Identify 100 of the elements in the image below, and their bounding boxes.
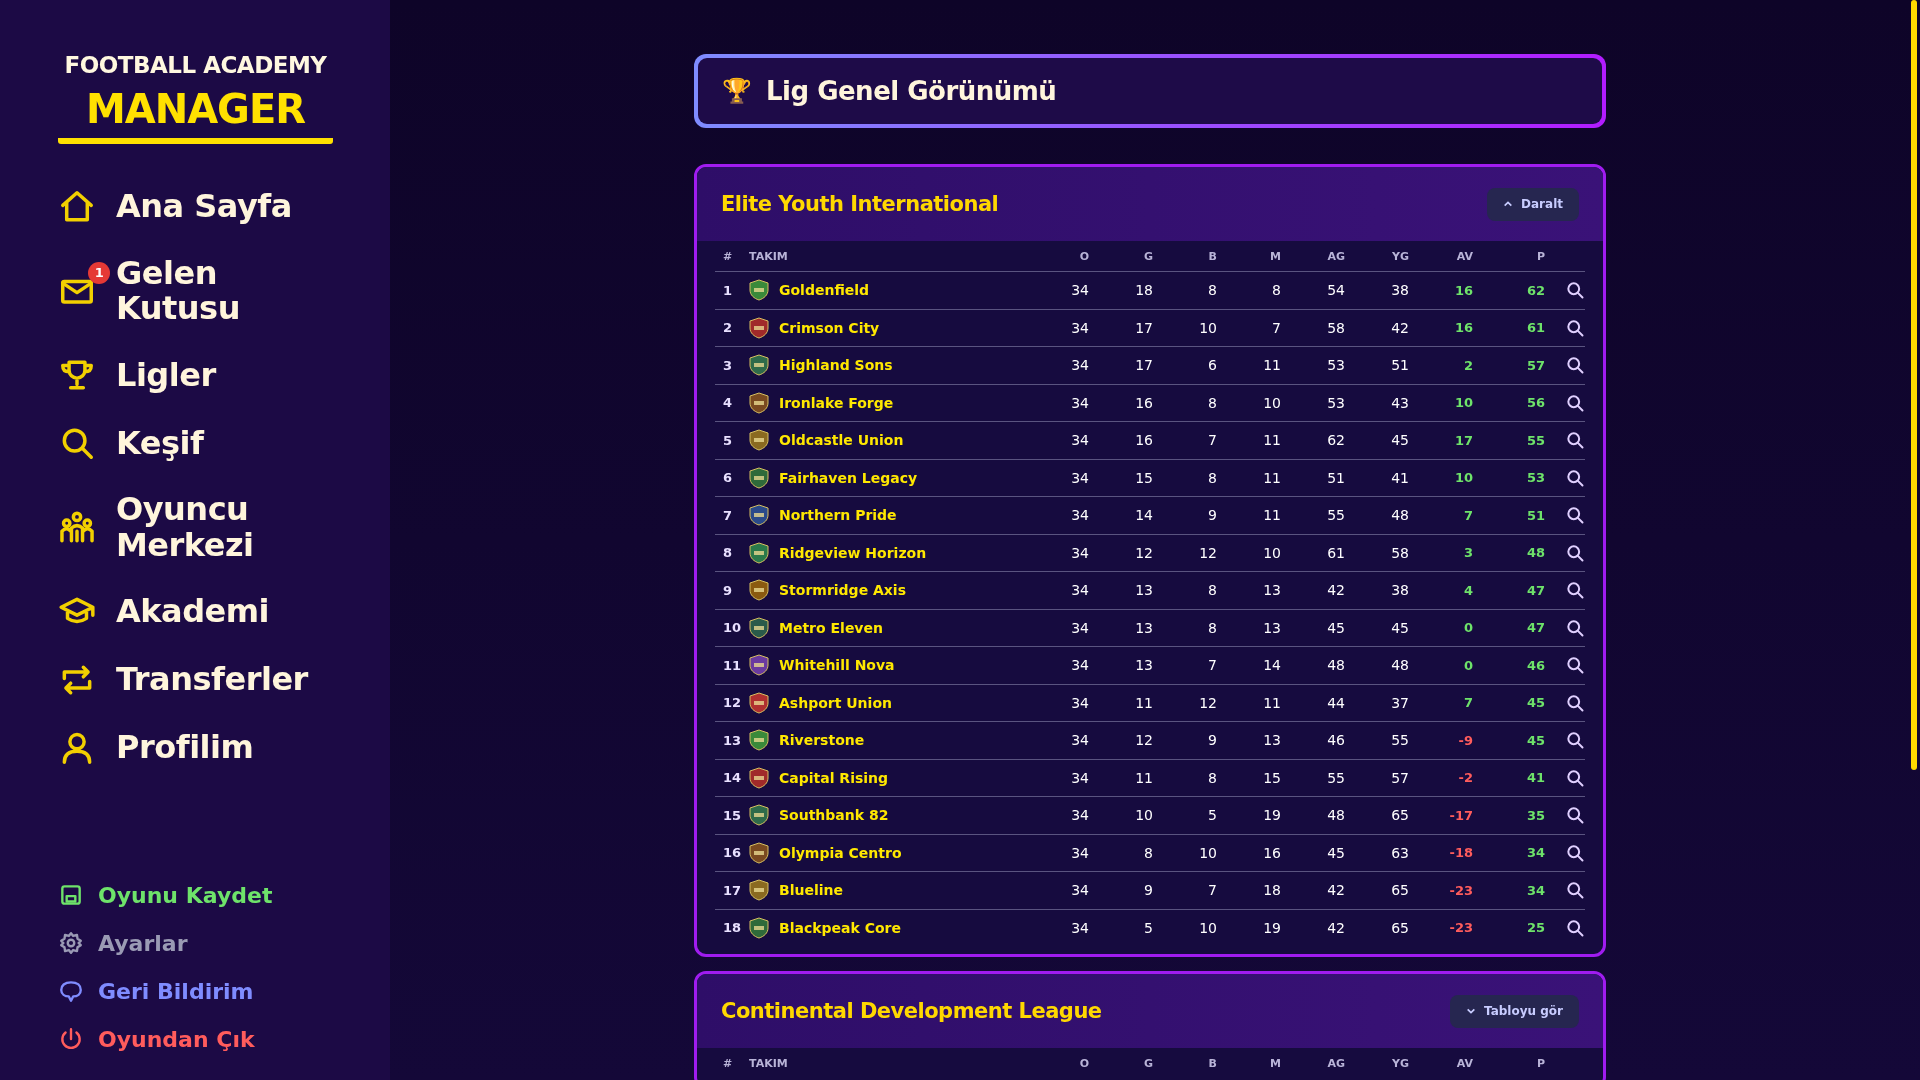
table-cell-text: 34 <box>1070 282 1089 299</box>
table-cell-text: 7 <box>1207 432 1217 449</box>
column-header: TAKIM <box>749 249 789 263</box>
league-title: Elite Youth International <box>721 192 999 216</box>
table-cell-text: 55 <box>1326 769 1345 786</box>
table-cell-text: 34 <box>1070 432 1089 449</box>
team-name[interactable]: Southbank 82 <box>779 807 889 824</box>
table-cell-text: 65 <box>1390 882 1409 899</box>
rank-cell-text: 12 <box>722 695 743 711</box>
table-cell-text: 8 <box>1207 582 1217 599</box>
rank-cell-text: 5 <box>722 432 734 448</box>
table-cell-text: 34 <box>1070 919 1089 936</box>
nav-item[interactable]: Transferler <box>58 660 390 699</box>
search-button[interactable] <box>1565 430 1585 451</box>
search-button[interactable] <box>1565 730 1585 751</box>
search-button[interactable] <box>1565 467 1585 488</box>
search-button[interactable] <box>1565 355 1585 376</box>
search-button[interactable] <box>1565 580 1585 601</box>
nav-item[interactable]: 1 Gelen Kutusu <box>58 256 390 327</box>
search-button[interactable] <box>1565 692 1585 713</box>
logo-title: MANAGER <box>84 86 307 132</box>
table-cell-text: 34 <box>1070 619 1089 636</box>
table-cell-text: 34 <box>1070 544 1089 561</box>
team-name[interactable]: Whitehill Nova <box>779 657 895 674</box>
table-cell-text: 34 <box>1070 469 1089 486</box>
search-button[interactable] <box>1565 505 1585 526</box>
column-header: YG <box>1391 249 1409 263</box>
team-name[interactable]: Ridgeview Horizon <box>779 544 927 561</box>
toggle-button[interactable]: Daralt <box>1487 187 1579 221</box>
table-cell-text: 15 <box>1134 469 1153 486</box>
nav-item[interactable]: Profilim <box>58 728 390 767</box>
goal-difference-cell-text: 16 <box>1453 320 1473 336</box>
search-button[interactable] <box>1565 542 1585 563</box>
table-cell-text: 42 <box>1326 919 1345 936</box>
team-name[interactable]: Crimson City <box>779 319 880 336</box>
search-button[interactable] <box>1565 280 1585 301</box>
team-name[interactable]: Northern Pride <box>779 507 897 524</box>
team-name[interactable]: Highland Sons <box>779 357 893 374</box>
team-name[interactable]: Stormridge Axis <box>779 582 906 599</box>
team-name[interactable]: Metro Eleven <box>779 619 883 636</box>
goal-difference-cell-text: 16 <box>1453 282 1473 298</box>
sidebar-action[interactable]: Oyunu Kaydet <box>58 882 390 908</box>
team-name[interactable]: Ironlake Forge <box>779 394 894 411</box>
search-button[interactable] <box>1565 392 1585 413</box>
search-button[interactable] <box>1565 655 1585 676</box>
rank-cell-text: 10 <box>722 620 743 636</box>
rank-cell-text: 11 <box>722 657 743 673</box>
table-cell-text: 48 <box>1326 807 1345 824</box>
rank-cell-text: 2 <box>722 320 734 336</box>
nav-item[interactable]: Keşif <box>58 424 390 463</box>
search-button[interactable] <box>1565 617 1585 638</box>
column-header: YG <box>1391 1056 1409 1070</box>
toggle-button[interactable]: Tabloyu gör <box>1450 994 1579 1028</box>
table-cell-text: 45 <box>1326 844 1345 861</box>
team-name[interactable]: Goldenfield <box>779 282 870 299</box>
search-button[interactable] <box>1565 917 1585 938</box>
nav-item[interactable]: Oyuncu Merkezi <box>58 492 390 563</box>
table-cell-text: 19 <box>1262 919 1281 936</box>
sidebar-action[interactable]: Oyundan Çık <box>58 1026 390 1052</box>
team-name[interactable]: Riverstone <box>779 732 865 749</box>
nav-item[interactable]: Ligler <box>58 356 390 395</box>
crest-icon <box>749 429 769 452</box>
table-cell-text: 8 <box>1207 619 1217 636</box>
team-name[interactable]: Fairhaven Legacy <box>779 469 918 486</box>
table-cell-text: 34 <box>1070 507 1089 524</box>
points-cell-text: 25 <box>1525 920 1545 936</box>
team-name[interactable]: Olympia Centro <box>779 844 902 861</box>
table-cell-text: 37 <box>1390 694 1409 711</box>
table-cell-text: 17 <box>1134 357 1153 374</box>
table-cell-text: 48 <box>1390 507 1409 524</box>
nav-item[interactable]: Akademi <box>58 592 390 631</box>
team-name[interactable]: Oldcastle Union <box>779 432 904 449</box>
sidebar-action[interactable]: Ayarlar <box>58 930 390 956</box>
rank-cell-text: 7 <box>722 507 734 523</box>
table-cell-text: 42 <box>1326 882 1345 899</box>
table-cell-text: 13 <box>1134 582 1153 599</box>
search-button[interactable] <box>1565 842 1585 863</box>
table-cell-text: 9 <box>1207 507 1217 524</box>
table-cell-text: 42 <box>1326 582 1345 599</box>
search-button[interactable] <box>1565 805 1585 826</box>
table-cell-text: 13 <box>1262 732 1281 749</box>
team-name[interactable]: Capital Rising <box>779 769 889 786</box>
nav-item[interactable]: Ana Sayfa <box>58 188 390 226</box>
team-name[interactable]: Blueline <box>779 882 843 899</box>
sidebar-action[interactable]: Geri Bildirim <box>58 978 390 1004</box>
table-cell-text: 48 <box>1390 657 1409 674</box>
search-button[interactable] <box>1565 767 1585 788</box>
table-cell-text: 51 <box>1390 357 1409 374</box>
rank-cell-text: 1 <box>722 282 734 298</box>
table-cell-text: 48 <box>1326 657 1345 674</box>
search-button[interactable] <box>1565 880 1585 901</box>
scrollbar[interactable] <box>1911 0 1917 770</box>
table-cell-text: 53 <box>1326 357 1345 374</box>
search-button[interactable] <box>1565 317 1585 338</box>
table-cell-text: 16 <box>1134 432 1153 449</box>
team-name[interactable]: Ashport Union <box>779 694 892 711</box>
column-header: O <box>1078 249 1089 263</box>
goal-difference-cell-text: 3 <box>1462 545 1473 561</box>
team-name[interactable]: Blackpeak Core <box>779 919 901 936</box>
goal-difference-cell-text: -2 <box>1457 770 1473 786</box>
